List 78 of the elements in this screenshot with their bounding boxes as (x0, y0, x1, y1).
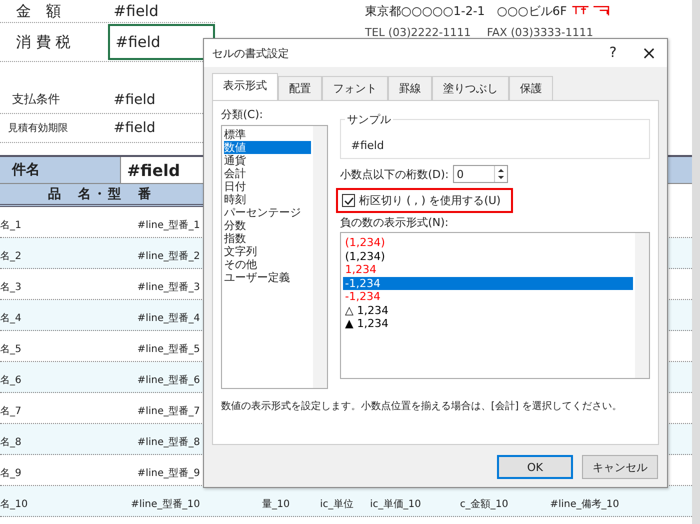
table-cell-text: 名_9 (0, 467, 22, 480)
format-option[interactable]: ▲ 1,234 (343, 317, 633, 330)
help-button[interactable]: ? (595, 44, 631, 62)
category-item[interactable]: 指数 (224, 232, 311, 245)
field-label: 見積有効期限 (7, 122, 69, 135)
category-item[interactable]: 通貨 (224, 154, 311, 167)
checkbox-label[interactable]: 桁区切り ( , ) を使用する(U) (359, 193, 501, 208)
table-cell-text: #line_型番_2 (136, 250, 200, 263)
category-item[interactable]: 文字列 (224, 245, 311, 258)
category-item[interactable]: 時刻 (224, 193, 311, 206)
format-option[interactable]: 1,234 (343, 263, 633, 276)
table-cell-text: c_金額_10 (460, 498, 510, 511)
table-cell-text: ic_単価_10 (370, 498, 422, 511)
checkbox[interactable] (342, 194, 355, 207)
table-cell-text: 名_3 (0, 281, 22, 294)
table-cell-text: #line_型番_10 (130, 498, 200, 511)
category-item[interactable]: ユーザー定義 (224, 271, 311, 284)
phone-text: TEL (03)2222-1111 (365, 26, 471, 39)
format-option[interactable]: (1,234) (343, 250, 633, 263)
scrollbar[interactable] (635, 233, 649, 378)
tab[interactable]: 表示形式 (212, 73, 278, 100)
table-cell-text: #line_型番_7 (136, 404, 200, 418)
category-item[interactable]: 日付 (224, 180, 311, 193)
negative-format-label: 負の数の表示形式(N): (340, 215, 450, 230)
table-cell-text: #line_型番_3 (136, 280, 200, 294)
tab[interactable]: 保護 (509, 76, 553, 100)
format-option[interactable]: (1,234) (343, 236, 633, 250)
format-option[interactable]: -1,234 (343, 276, 633, 290)
decimal-places-label: 小数点以下の桁数(D): (340, 166, 449, 182)
field-label: 支払条件 (11, 91, 61, 108)
dialog-title: セルの書式設定 (212, 46, 290, 60)
category-item[interactable]: 分数 (224, 219, 311, 232)
scrollbar[interactable] (313, 126, 327, 388)
table-cell-text: ic_単位 (320, 498, 354, 511)
field-label: 金 額 (15, 2, 62, 20)
category-item[interactable]: その他 (224, 258, 311, 271)
category-item[interactable]: 数値 (224, 141, 311, 154)
table-cell-text: 名_1 (0, 219, 22, 232)
tab[interactable]: フォント (322, 76, 388, 100)
table-cell-text: #line_型番_4 (136, 312, 200, 325)
subject-label: 件名 (10, 161, 41, 179)
tab[interactable]: 塗りつぶし (432, 76, 509, 100)
field-value-cell-text: #field (112, 90, 156, 110)
category-label: 分類(C): (221, 107, 264, 122)
table-cell-text: #line_型番_6 (136, 374, 200, 387)
table-cell-text: #line_型番_1 (136, 218, 200, 232)
table-cell-text: 名_7 (0, 405, 22, 418)
field-label: 消 費 税 (15, 32, 72, 52)
address-text: 東京都○○○○○1-2-1 ○○○ビル6F (365, 2, 567, 20)
table-cell-text: 名_10 (0, 498, 29, 511)
table-cell-text: 量_10 (262, 498, 291, 511)
table-cell-text: #line_型番_5 (136, 342, 200, 356)
category-item[interactable]: パーセンテージ (224, 206, 311, 219)
fax-text: FAX (03)3333-1111 (486, 26, 594, 39)
table-cell-text: 名_4 (0, 312, 22, 325)
category-item[interactable]: 会計 (224, 167, 311, 180)
table-cell-text: #line_備考_10 (550, 498, 620, 511)
table-cell-text: 名_8 (0, 436, 22, 449)
column-header: 品 名・型 番 (48, 186, 153, 203)
table-cell-text: #line_型番_9 (136, 466, 200, 480)
field-value-cell-text: #field (112, 1, 160, 22)
field-value-cell-text: #field (112, 119, 156, 138)
sample-label: サンプル (345, 112, 393, 127)
sample-value: #field (351, 139, 384, 152)
decimal-places-spinner[interactable]: 0 (452, 165, 508, 183)
description-text: 数値の表示形式を設定します。小数点位置を揃える場合は、[会計] を選択してください。 (221, 400, 623, 413)
table-cell-text: 名_6 (0, 374, 22, 387)
tab[interactable]: 配置 (278, 76, 322, 100)
format-option[interactable]: -1,234 (343, 290, 633, 304)
table-cell-text: 名_2 (0, 250, 22, 263)
format-option[interactable]: △ 1,234 (343, 304, 633, 317)
dialog-button[interactable]: キャンセル (582, 455, 658, 479)
dialog-button[interactable]: OK (497, 455, 573, 479)
table-cell-text: 名_5 (0, 343, 22, 356)
category-item[interactable]: 標準 (224, 128, 311, 141)
close-button[interactable]: × (631, 42, 667, 64)
table-cell-text: #line_型番_8 (136, 436, 200, 449)
tab[interactable]: 罫線 (388, 76, 432, 100)
